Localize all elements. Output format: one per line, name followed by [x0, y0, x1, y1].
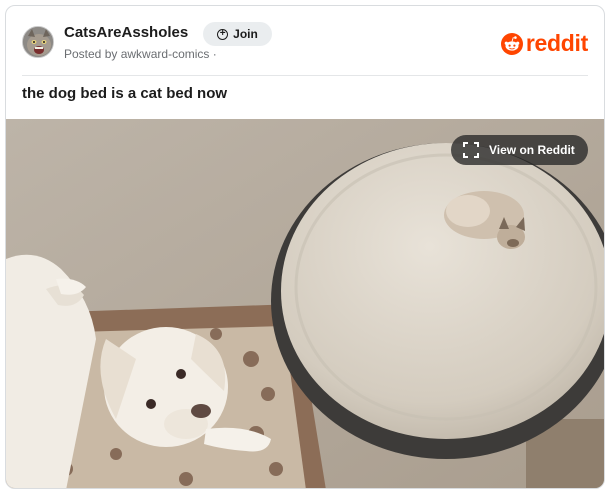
- byline-separator: ·: [212, 47, 217, 61]
- view-on-reddit-button[interactable]: View on Reddit: [451, 135, 588, 165]
- plus-circle-icon: +: [217, 28, 229, 40]
- dog-cat-photo: [6, 119, 604, 488]
- posted-by-prefix: Posted by: [64, 47, 118, 61]
- view-on-reddit-label: View on Reddit: [489, 143, 575, 157]
- header-divider: [22, 75, 588, 76]
- expand-icon: [463, 142, 479, 158]
- reddit-wordmark: reddit: [525, 30, 588, 56]
- post-image[interactable]: View on Reddit: [6, 119, 604, 488]
- post-byline: Posted by awkward-comics ·: [64, 47, 217, 61]
- subreddit-name[interactable]: CatsAreAssholes: [64, 24, 188, 41]
- cat-avatar-image: [23, 27, 53, 57]
- reddit-snoo-icon: [500, 32, 523, 55]
- join-button[interactable]: + Join: [203, 22, 272, 46]
- author-link[interactable]: awkward-comics: [121, 47, 210, 61]
- post-title[interactable]: the dog bed is a cat bed now: [22, 85, 227, 102]
- reddit-embed-card: CatsAreAssholes + Join Posted by awkward…: [5, 5, 605, 489]
- subreddit-avatar[interactable]: [22, 26, 54, 58]
- reddit-logo[interactable]: reddit: [500, 30, 588, 57]
- post-header: CatsAreAssholes + Join Posted by awkward…: [6, 6, 604, 76]
- join-label: Join: [233, 27, 258, 41]
